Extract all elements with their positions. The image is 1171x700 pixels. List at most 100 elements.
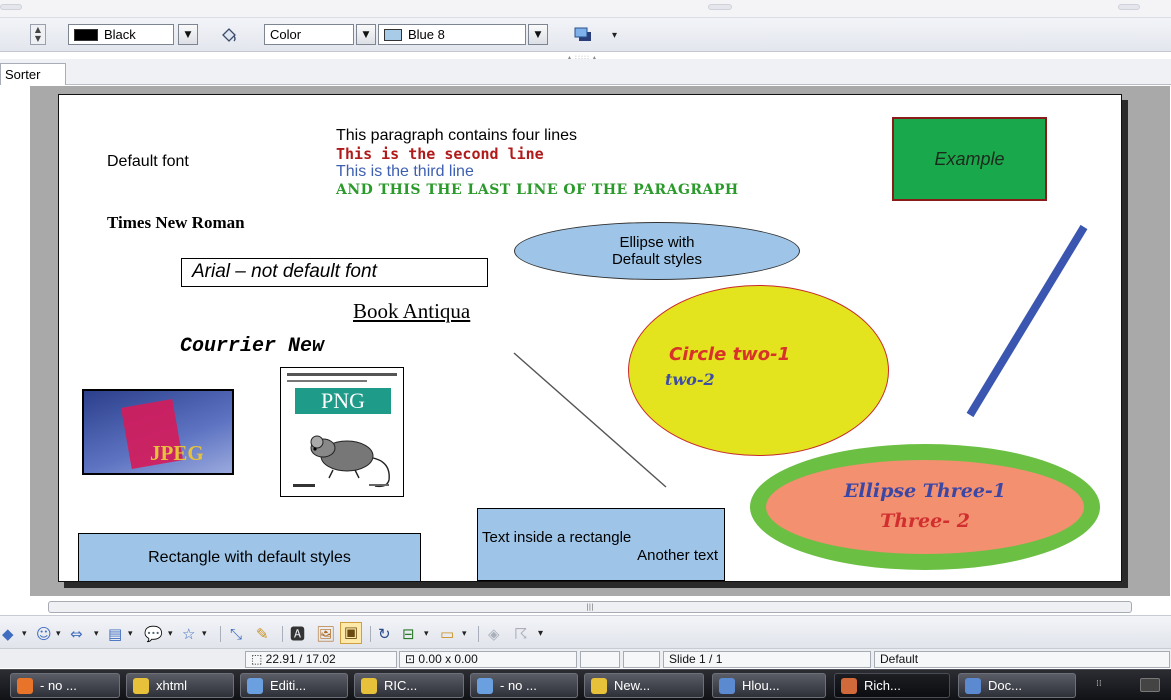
symbol-shapes-smiley-icon[interactable]: ☺ (36, 625, 52, 643)
taskbar-item-1[interactable]: - no ... (10, 673, 120, 698)
slide-canvas[interactable]: Default font This paragraph contains fou… (58, 94, 1122, 582)
area-fill-swatch (384, 28, 402, 41)
chevron-down-icon[interactable]: ▾ (462, 625, 467, 643)
paragraph-line-1: This paragraph contains four lines (336, 127, 578, 144)
rectangle2-line-2: Another text (637, 547, 718, 564)
area-fill-dropdown-button[interactable]: ▼ (528, 24, 548, 45)
courier-new-text[interactable]: Courrier New (180, 335, 324, 358)
toolbar-overflow-icon[interactable]: ▾ (612, 30, 626, 51)
chevron-down-icon: ▼ (184, 29, 192, 40)
taskbar-item-9[interactable]: Doc... (958, 673, 1076, 698)
flowchart-icon[interactable]: ▤ (108, 625, 122, 643)
taskbar-grip-icon: ⁞⁞ (1096, 679, 1102, 689)
text-rectangle[interactable]: Text inside a rectangle Another text (477, 508, 725, 581)
chevron-down-icon[interactable]: ▾ (22, 625, 27, 643)
rectangle2-line-1: Text inside a rectangle (482, 529, 632, 546)
top-scroll-handle[interactable] (708, 4, 732, 10)
taskbar-item-3[interactable]: Editi... (240, 673, 348, 698)
position-value: 22.91 / 17.02 (265, 652, 336, 666)
tab-slide-sorter[interactable]: Sorter (0, 63, 66, 85)
arial-text-box[interactable]: Arial – not default font (181, 258, 488, 287)
folder-icon (361, 677, 377, 694)
toolbar-separator (478, 626, 479, 642)
chevron-down-icon[interactable]: ▾ (168, 625, 173, 643)
four-line-paragraph[interactable]: This paragraph contains four lines This … (336, 127, 739, 199)
document-modified-field[interactable] (623, 651, 660, 668)
default-font-text[interactable]: Default font (107, 153, 189, 171)
jpeg-image[interactable]: JPEG (82, 389, 234, 475)
rectangle1-label: Rectangle with default styles (148, 548, 351, 566)
book-antiqua-text[interactable]: Book Antiqua (353, 299, 470, 324)
size-value: 0.00 x 0.00 (418, 652, 478, 666)
impress-icon (841, 677, 857, 694)
from-file-icon[interactable]: 🖼 (316, 625, 335, 643)
chevron-down-icon[interactable]: ▾ (424, 625, 429, 643)
chevron-down-icon[interactable]: ▾ (128, 625, 133, 643)
align-icon[interactable]: ⊟ (402, 625, 415, 643)
block-arrows-icon[interactable]: ⇔ (70, 625, 83, 643)
layout-name: Default (874, 651, 1170, 668)
area-fill-label: Blue 8 (408, 27, 445, 42)
slide-indicator: Slide 1 / 1 (663, 651, 871, 668)
chevron-down-icon[interactable]: ▾ (94, 625, 99, 643)
ellipse-text-line-2: Default styles (611, 251, 703, 268)
folder-icon (133, 677, 149, 694)
basic-shapes-diamond-icon[interactable]: ◆ (2, 625, 14, 643)
keyboard-icon[interactable] (1140, 678, 1160, 692)
chevron-down-icon[interactable]: ▾ (56, 625, 61, 643)
shadow-icon[interactable] (572, 24, 594, 45)
paragraph-line-2: This is the second line (336, 145, 544, 163)
callouts-icon[interactable]: 💬 (144, 625, 163, 643)
arrange-icon[interactable]: ▭ (440, 625, 454, 643)
taskbar-item-label: - no ... (500, 678, 537, 693)
status-bar: ⬚ 22.91 / 17.02 ⊡ 0.00 x 0.00 Slide 1 / … (0, 648, 1171, 668)
toolbar-grip-handle[interactable]: ▴ ::::: ▴ (568, 54, 608, 61)
size-icon: ⊡ (405, 652, 419, 666)
area-style-label: Color (270, 27, 302, 42)
chevron-down-icon: ▼ (362, 29, 370, 40)
chevron-down-icon[interactable]: ▾ (202, 625, 207, 643)
writer-doc-icon (965, 677, 981, 694)
taskbar-item-8[interactable]: Rich... (834, 673, 950, 698)
taskbar-item-label: Rich... (864, 678, 901, 693)
stars-icon[interactable]: ☆ (182, 625, 195, 643)
area-style-bucket-icon[interactable] (218, 24, 240, 45)
fontwork-icon[interactable]: 🅰 (290, 625, 305, 643)
rotate-icon[interactable]: ↻ (378, 625, 391, 643)
line-color-label: Black (104, 27, 136, 42)
yellow-circle[interactable]: Circle two-1 two-2 (628, 285, 889, 456)
ellipse-text-line-1: Ellipse with (619, 234, 695, 251)
toolbar-overflow-icon[interactable]: ▾ (538, 625, 543, 643)
area-style-combo[interactable]: Color (264, 24, 354, 45)
position-field: ⬚ 22.91 / 17.02 (245, 651, 397, 668)
area-fill-combo[interactable]: Blue 8 (378, 24, 526, 45)
glue-points-icon[interactable]: ✎ (256, 625, 269, 643)
area-style-dropdown-button[interactable]: ▼ (356, 24, 376, 45)
line-width-spinner[interactable]: ▲ ▼ (30, 24, 46, 45)
gallery-icon[interactable]: ▣ (340, 622, 362, 644)
top-scroll-handle-right[interactable] (1118, 4, 1140, 10)
taskbar-item-label: Hlou... (742, 678, 780, 693)
taskbar-item-label: New... (614, 678, 651, 693)
taskbar-item-6[interactable]: New... (584, 673, 704, 698)
taskbar-item-2[interactable]: xhtml (126, 673, 234, 698)
taskbar-item-7[interactable]: Hlou... (712, 673, 826, 698)
taskbar-item-4[interactable]: RIC... (354, 673, 464, 698)
taskbar-item-5[interactable]: - no ... (470, 673, 578, 698)
mouse-illustration-icon (293, 435, 390, 488)
png-book-cover-image[interactable]: PNG (280, 367, 404, 497)
line-color-dropdown-button[interactable]: ▼ (178, 24, 198, 45)
line-color-swatch (74, 28, 98, 41)
default-style-rectangle[interactable]: Rectangle with default styles (78, 533, 421, 581)
paragraph-line-4: AND THIS THE LAST LINE OF THE PARAGRAPH (336, 182, 739, 198)
horizontal-scrollbar[interactable]: ||| (48, 601, 1132, 613)
example-green-rectangle[interactable]: Example (892, 117, 1047, 201)
toolbar-separator (370, 626, 371, 642)
points-edit-icon[interactable]: ⤡ (230, 625, 242, 643)
times-new-roman-text[interactable]: Times New Roman (107, 213, 245, 233)
diagonal-blue-line[interactable] (966, 224, 1088, 418)
orange-green-ellipse[interactable]: Ellipse Three-1 Three- 2 (750, 444, 1100, 570)
zoom-field[interactable] (580, 651, 620, 668)
default-style-ellipse[interactable]: Ellipse with Default styles (514, 222, 800, 280)
line-color-combo[interactable]: Black (68, 24, 174, 45)
